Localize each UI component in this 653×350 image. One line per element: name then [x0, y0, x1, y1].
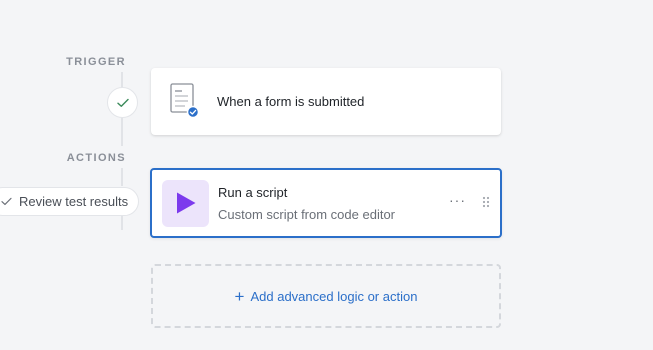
timeline-connector [121, 216, 123, 230]
drag-handle-icon[interactable] [482, 196, 490, 208]
review-test-results-label: Review test results [19, 194, 129, 209]
trigger-step-card[interactable]: When a form is submitted [151, 68, 501, 135]
actions-section-label: ACTIONS [66, 152, 126, 164]
action-step-title: Run a script [218, 184, 288, 200]
check-icon [116, 98, 129, 107]
action-step-text: Run a script Custom script from code edi… [218, 185, 395, 222]
trigger-status-indicator [107, 87, 138, 118]
timeline-connector [121, 168, 123, 186]
action-step-card[interactable]: Run a script Custom script from code edi… [150, 168, 502, 238]
trigger-section-label: TRIGGER [66, 56, 126, 68]
more-options-icon[interactable]: ··· [449, 192, 466, 208]
action-step-subtitle: Custom script from code editor [218, 206, 396, 222]
timeline-connector [121, 118, 123, 146]
check-icon [1, 197, 12, 206]
add-advanced-logic-label: Add advanced logic or action [250, 288, 418, 304]
trigger-step-title: When a form is submitted [217, 94, 365, 109]
form-icon [168, 82, 202, 122]
action-icon-tile [162, 179, 209, 227]
plus-icon: + [234, 286, 245, 306]
play-icon [176, 192, 195, 214]
workflow-canvas: TRIGGER ACTIONS Review test results When… [0, 0, 653, 350]
review-test-results-button[interactable]: Review test results [0, 187, 140, 216]
add-advanced-logic-button[interactable]: + Add advanced logic or action [151, 264, 501, 328]
